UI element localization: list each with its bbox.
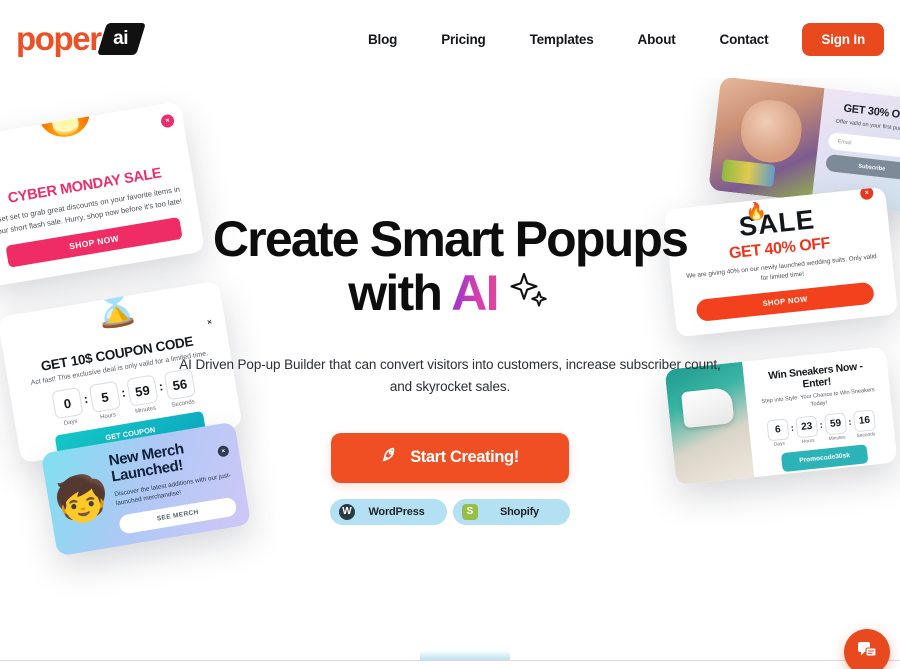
timer-label: Minutes: [828, 435, 846, 442]
close-icon[interactable]: ×: [859, 186, 874, 201]
nav-item-blog[interactable]: Blog: [346, 24, 419, 56]
timer-cell-hours: 23 Hours: [794, 415, 821, 445]
timer-value: 16: [852, 409, 876, 433]
timer-value: 59: [824, 412, 848, 436]
countdown-timer: 6 Days : 23 Hours : 59 Minutes : 16 Seco…: [758, 408, 884, 449]
brand-ai-badge: ai: [96, 22, 146, 55]
sign-in-button[interactable]: Sign In: [802, 23, 884, 56]
nav-item-templates[interactable]: Templates: [508, 24, 616, 56]
promocode-button[interactable]: Promocode30sk: [780, 444, 869, 472]
character-icon: 🧒: [50, 470, 113, 528]
headline-line-1: Create Smart Popups: [212, 211, 689, 267]
sparkle-icon: [510, 266, 552, 320]
timer-label: Hours: [99, 412, 117, 421]
section-divider: [0, 660, 900, 661]
nav-item-about[interactable]: About: [616, 24, 698, 56]
brand-logo[interactable]: poper ai: [16, 20, 146, 57]
platform-badge-shopify[interactable]: S Shopify: [453, 498, 570, 525]
timer-cell-hours: 5 Hours: [88, 380, 124, 422]
timer-cell-seconds: 16 Seconds: [851, 409, 878, 439]
hourglass-icon: ⌛: [85, 280, 145, 332]
nav-item-contact[interactable]: Contact: [698, 24, 791, 56]
headline-line-2-prefix: with: [348, 265, 452, 322]
cta-label: Start Creating!: [410, 448, 519, 467]
headline-accent-ai: AI: [451, 265, 499, 322]
timer-label: Hours: [801, 438, 815, 445]
timer-cell-days: 0 Days: [50, 386, 86, 428]
flame-icon: 🔥: [744, 201, 769, 223]
shopify-icon: S: [462, 503, 478, 520]
main-navigation: Blog Pricing Templates About Contact Sig…: [346, 23, 884, 56]
close-icon[interactable]: ×: [160, 113, 176, 129]
popup-body: Win Sneakers Now - Enter! Step into Styl…: [742, 347, 897, 477]
page-title: Create Smart Popups with AI: [170, 212, 730, 328]
timer-value: 59: [126, 374, 159, 407]
timer-label: Days: [773, 441, 786, 448]
chat-widget-button[interactable]: [844, 629, 890, 669]
platform-badge-wordpress[interactable]: W WordPress: [330, 498, 447, 525]
timer-label: Minutes: [134, 405, 157, 415]
platform-label-wordpress: WordPress: [368, 505, 425, 518]
chat-bubble-icon: [855, 638, 879, 667]
timer-label: Seconds: [856, 432, 876, 439]
timer-cell-minutes: 59 Minutes: [823, 412, 850, 442]
timer-cell-days: 6 Days: [765, 418, 792, 448]
model-photo: [708, 76, 825, 202]
platform-label-shopify: Shopify: [500, 505, 539, 518]
timer-label: Days: [63, 418, 78, 427]
timer-value: 0: [51, 386, 84, 420]
timer-value: 6: [766, 418, 790, 442]
next-section-hint: [420, 650, 510, 660]
rocket-icon: [381, 446, 400, 470]
hero-subtitle: AI Driven Pop-up Builder that can conver…: [179, 357, 721, 395]
hero-section: Create Smart Popups with AI AI Driven Po…: [0, 0, 900, 669]
subscribe-button[interactable]: Subscribe: [825, 154, 900, 182]
nav-item-pricing[interactable]: Pricing: [419, 24, 507, 56]
fire-icon: 🔥: [19, 101, 105, 144]
timer-value: 23: [795, 415, 819, 439]
start-creating-button[interactable]: Start Creating!: [331, 432, 569, 483]
timer-value: 5: [88, 380, 122, 413]
brand-name: poper: [16, 20, 102, 57]
platform-badges: W WordPress S Shopify: [170, 498, 730, 525]
wordpress-icon: W: [339, 503, 355, 520]
landing-page: poper ai Blog Pricing Templates About Co…: [0, 0, 900, 669]
timer-cell-minutes: 59 Minutes: [125, 374, 161, 415]
hero-content: Create Smart Popups with AI AI Driven Po…: [170, 212, 730, 525]
site-header: poper ai Blog Pricing Templates About Co…: [0, 0, 900, 78]
